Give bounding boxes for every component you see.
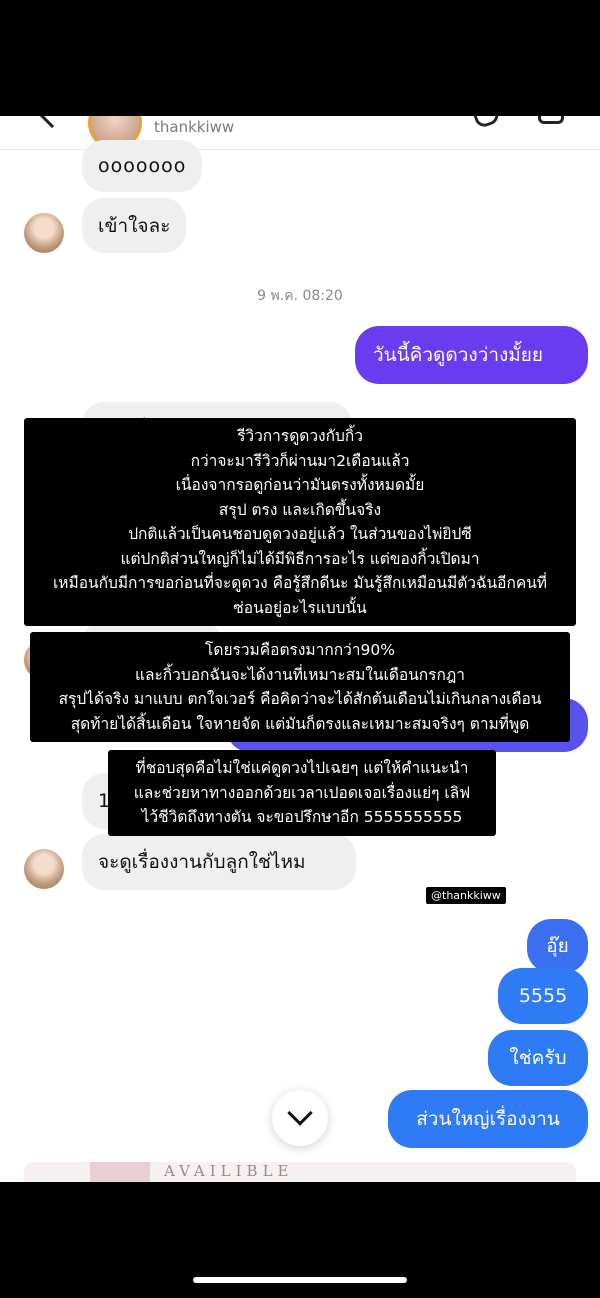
caption-line: เหมือนกับมีการขอก่อนที่จะดูดวง คือรู้สึก… (52, 574, 548, 592)
caption-line: ปกติแล้วเป็นคนชอบดูดวงอยู่แล้ว ในส่วนของ… (128, 525, 472, 543)
message-outgoing-5[interactable]: ใช่ครับ (488, 1030, 588, 1086)
caption-line: และกิ้วบอกฉันจะได้งานที่เหมาะสมในเดือนกร… (134, 665, 466, 684)
home-indicator[interactable] (193, 1277, 407, 1283)
caption-line: และช่วยหาทางออกด้วยเวลาเปอดเจอเรื่องแย่ๆ… (133, 783, 471, 802)
caption-line: แต่ปกติส่วนใหญ่ก็ไม่ได้มีพิธีการอะไร แต่… (120, 549, 480, 568)
caption-line: สุดท้ายได้สิ้นเดือน ใจหายจัด แต่มันก็ตรง… (70, 714, 530, 733)
review-caption-block-1: รีวิวการดูดวงกับกิ้วกว่าจะมารีวิวก็ผ่านม… (24, 418, 576, 626)
caption-line: กว่าจะมารีวิวก็ผ่านมา2เดือนแล้ว (190, 451, 410, 470)
message-outgoing-1[interactable]: วันนี้คิวดูดวงว่างมั้ยย (355, 326, 588, 384)
phone-icon[interactable] (470, 116, 502, 130)
chat-panel: thankkiww ooooooo เข้าใจละ 9 พ.ค. 08:20 … (0, 116, 600, 1182)
message-incoming-2[interactable]: เข้าใจละ (82, 198, 187, 253)
message-outgoing-6[interactable]: ส่วนใหญ่เรื่องงาน (388, 1090, 588, 1148)
review-caption-block-2: โดยรวมคือตรงมากกว่า90% และกิ้วบอกฉันจะได้… (30, 632, 570, 742)
caption-line: ไว้ชีวิตถึงทางตัน จะขอปรึกษาอีก 55555555… (141, 808, 463, 826)
caption-line: ซ่อนอยู่อะไรแบบนั้น (233, 598, 367, 617)
composer-peek-text: AVAILIBLE (164, 1162, 294, 1180)
username-tag: @thankkiww (426, 887, 506, 904)
scroll-to-bottom-button[interactable] (272, 1090, 328, 1146)
caption-line: ที่ชอบสุดคือไม่ใช่แค่ดูดวงไปเฉยๆ แต่ให้ค… (135, 759, 469, 777)
screen: thankkiww ooooooo เข้าใจละ 9 พ.ค. 08:20 … (0, 0, 600, 1298)
message-timestamp: 9 พ.ค. 08:20 (257, 288, 343, 304)
composer-preview: AVAILIBLE (24, 1162, 576, 1182)
caption-line: โดยรวมคือตรงมากกว่า90% (205, 641, 395, 659)
contact-avatar[interactable] (24, 213, 64, 253)
message-outgoing-4[interactable]: 5555 (498, 968, 588, 1024)
review-caption-block-3: ที่ชอบสุดคือไม่ใช่แค่ดูดวงไปเฉยๆ แต่ให้ค… (108, 750, 496, 836)
brand-logo (90, 1162, 150, 1182)
caption-line: เนื่องจากรอดูก่อนว่ามันตรงทั้งหมดมั้ย (175, 476, 425, 494)
chevron-down-icon (287, 1100, 313, 1126)
message-incoming-6[interactable]: จะดูเรื่องงานกับลูกใช่ไหม (82, 834, 356, 890)
contact-avatar[interactable] (24, 849, 64, 889)
caption-line: รีวิวการดูดวงกับกิ้ว (237, 427, 363, 445)
video-call-icon[interactable] (538, 116, 564, 124)
back-arrow-icon[interactable] (37, 116, 67, 129)
header-username[interactable]: thankkiww (154, 118, 234, 136)
message-outgoing-3[interactable]: อุ๊ย (527, 919, 588, 973)
caption-line: สรุปได้จริง มาแบบ ตกใจเวอร์ คือคิดว่าจะไ… (58, 690, 542, 708)
caption-line: สรุป ตรง และเกิดขึ้นจริง (218, 500, 382, 519)
message-incoming-1[interactable]: ooooooo (82, 140, 203, 192)
